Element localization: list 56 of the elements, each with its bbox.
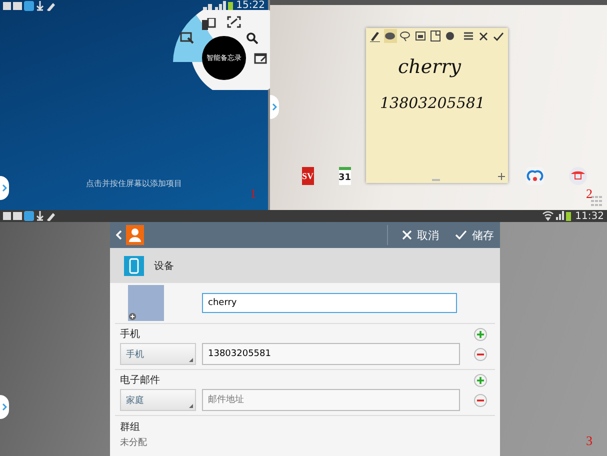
handwritten-text: cherry [398,56,462,78]
crop-icon[interactable] [227,16,241,28]
group-value: 未分配 [120,436,148,449]
screen-capture-icon[interactable] [180,32,194,44]
signal-battery-icon [542,211,572,221]
status-time: 11:32 [575,210,604,222]
phone-icon [124,256,144,276]
plus-icon[interactable] [498,173,505,180]
add-icon[interactable] [474,374,487,386]
save-button[interactable]: 储存 [449,222,500,248]
panel-number: 2 [586,186,592,202]
handwritten-text: 13803205581 [380,94,486,112]
panel-number: 3 [586,433,592,449]
image-icon[interactable] [414,29,427,43]
notes-icon[interactable] [202,18,216,30]
chevron-right-icon [2,184,7,192]
close-icon [402,230,412,240]
input-field[interactable]: 13803205581 [202,343,460,365]
notification-icons [3,211,55,221]
remove-icon[interactable] [474,348,487,360]
cloud-app-icon[interactable] [526,167,544,185]
panel-number: 1 [250,186,256,202]
calendar-app-icon[interactable]: 31 [338,167,352,185]
status-time: 15:22 [236,0,265,11]
notification-icons [3,0,55,10]
side-tab[interactable] [0,395,9,419]
pen-window-icon[interactable] [254,52,268,64]
pen-icon[interactable] [369,29,382,43]
corner-icon [189,358,193,362]
input-field[interactable]: 邮件地址 [202,389,460,411]
cancel-button[interactable]: 取消 [396,222,445,248]
lasso-icon[interactable] [399,29,412,43]
window-icon[interactable] [429,29,442,43]
account-label: 设备 [154,260,174,272]
section-label: 电子邮件 [120,374,160,387]
app-icon[interactable]: SV [302,167,314,185]
corner-icon [189,404,193,408]
group-label: 群组 [120,421,141,434]
search-icon[interactable] [246,32,258,44]
type-dropdown[interactable]: 手机 [120,343,196,365]
chevron-right-icon [2,403,7,411]
signal-battery-icon [203,0,234,10]
check-icon [455,230,467,240]
resize-handle[interactable] [432,179,440,181]
chevron-right-icon [272,103,277,111]
group-row[interactable]: 群组 未分配 [115,416,495,449]
add-icon [129,313,136,320]
name-field[interactable]: cherry [202,293,457,313]
remove-icon[interactable] [474,394,487,406]
type-dropdown[interactable]: 家庭 [120,389,196,411]
back-icon[interactable] [116,230,122,240]
section-label: 手机 [120,328,140,341]
add-icon[interactable] [474,328,487,340]
side-tab[interactable] [0,176,9,200]
contact-icon[interactable] [126,225,144,245]
hint-text: 点击并按住屏幕以添加项目 [85,178,183,189]
